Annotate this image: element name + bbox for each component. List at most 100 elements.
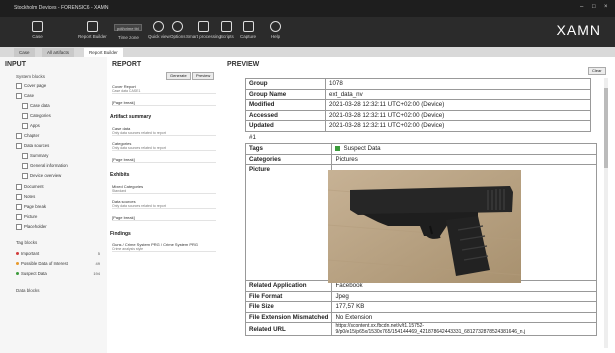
block-case-data[interactable]: Case data	[22, 102, 50, 109]
capture-button[interactable]: Capture	[240, 21, 256, 39]
table-row: Updated 2021-03-28 12:32:11 UTC+02:00 (De…	[245, 120, 591, 132]
block-picture[interactable]: Picture	[16, 213, 37, 220]
evidence-picture[interactable]	[327, 170, 522, 283]
block-icon	[16, 142, 22, 149]
brand-logo: XAMN	[556, 22, 601, 38]
tag-blocks-header: Tag blocks	[16, 240, 38, 245]
block-placeholder[interactable]: Placeholder	[16, 223, 47, 230]
clear-button[interactable]: Clear	[588, 67, 606, 75]
table-row: File Size 177,57 KB	[244, 301, 598, 313]
options-button[interactable]: Options	[170, 21, 186, 39]
block-icon	[16, 213, 22, 220]
report-item-page-break[interactable]: [Page break]	[112, 157, 216, 163]
suspect-tag-icon	[335, 146, 341, 152]
scripts-button[interactable]: Scripts	[220, 21, 234, 39]
report-section-findings[interactable]: Findings	[110, 231, 131, 237]
minimize-icon[interactable]: –	[580, 4, 583, 10]
table-row: Tags Suspect Data	[244, 143, 598, 155]
main-toolbar: Case Report Builder pdf/crime tbl Time z…	[0, 17, 615, 47]
maximize-icon[interactable]: □	[592, 4, 596, 10]
report-builder-button[interactable]: Report Builder	[78, 21, 107, 39]
quick-view-button[interactable]: Quick view	[148, 21, 170, 39]
block-device-overview[interactable]: Device overview	[22, 172, 61, 179]
tag-important[interactable]: Important 5	[16, 250, 104, 257]
timezone-select[interactable]: pdf/crime tbl	[114, 24, 142, 31]
case-button[interactable]: Case	[32, 21, 43, 39]
block-icon	[16, 193, 22, 200]
block-icon	[22, 162, 28, 169]
tag-color-icon	[16, 262, 19, 266]
block-icon	[16, 82, 22, 89]
report-item-categories[interactable]: Categories Only data sources related to r…	[112, 141, 216, 151]
block-summary[interactable]: Summary	[22, 152, 48, 159]
report-section-artifact-summary[interactable]: Artifact summary	[110, 114, 151, 120]
report-icon	[86, 21, 98, 32]
block-icon	[16, 223, 22, 230]
block-notes[interactable]: Notes	[16, 193, 35, 200]
eye-icon	[153, 21, 165, 32]
table-row: File Format Jpeg	[244, 290, 598, 302]
report-section-exhibits[interactable]: Exhibits	[110, 172, 129, 178]
block-icon	[16, 92, 22, 99]
item-number: #1	[249, 134, 256, 141]
data-blocks-header: Data blocks	[16, 288, 40, 293]
tab-bar: Case All artifacts Report Builder	[0, 47, 615, 57]
table-row: File Extension Mismatched No Extension	[244, 311, 598, 323]
camera-icon	[242, 21, 254, 32]
block-icon	[16, 183, 22, 190]
table-row: Related URL https://scontent.xx.fbcdn.net…	[244, 322, 598, 336]
tag-possible-data[interactable]: Possible Data of Interest 49	[16, 260, 104, 267]
report-item-page-break[interactable]: [Page break]	[112, 100, 216, 106]
report-item-case-data[interactable]: Case data Only data sources related to re…	[112, 126, 216, 136]
scrollbar-thumb[interactable]	[604, 88, 608, 168]
title-bar: Stockholm Devices - FORENSIC6 - XAMN – □…	[0, 0, 615, 17]
processing-icon	[198, 21, 209, 32]
table-row: Group 1078	[245, 78, 591, 90]
close-icon[interactable]: ×	[604, 4, 608, 10]
tab-report-builder[interactable]: Report Builder	[84, 48, 123, 57]
block-data-sources[interactable]: Data sources	[16, 142, 49, 149]
report-item-page-break[interactable]: [Page break]	[112, 215, 216, 221]
tag-suspect-data[interactable]: Suspect Data 194	[16, 270, 104, 277]
block-case[interactable]: Case	[16, 92, 34, 99]
report-item-cover[interactable]: Cover Report Case data CASE1	[112, 84, 216, 94]
table-row: Categories Pictures	[244, 153, 598, 165]
table-row: Modified 2021-03-28 12:32:11 UTC+02:00 (D…	[245, 99, 591, 111]
tab-case[interactable]: Case	[14, 48, 35, 57]
preview-scrollbar[interactable]	[604, 78, 608, 348]
report-item-findings[interactable]: Guns / Crime System PRG / Crime System P…	[112, 242, 216, 252]
tag-color-icon	[16, 272, 19, 276]
report-item-data-sources[interactable]: Data sources Only data sources related to…	[112, 199, 216, 209]
block-document[interactable]: Document	[16, 183, 44, 190]
preview-button[interactable]: Preview	[192, 72, 215, 80]
block-general-information[interactable]: General information	[22, 162, 68, 169]
window-title: Stockholm Devices - FORENSIC6 - XAMN	[14, 5, 109, 11]
tab-all-artifacts[interactable]: All artifacts	[42, 48, 75, 57]
block-icon	[16, 203, 22, 210]
block-categories[interactable]: Categories	[22, 112, 51, 119]
block-page-break[interactable]: Page break	[16, 203, 46, 210]
help-icon	[270, 21, 281, 32]
block-cover-page[interactable]: Cover page	[16, 82, 46, 89]
gear-icon	[172, 21, 184, 32]
block-icon	[22, 152, 28, 159]
system-blocks-header: System blocks	[16, 74, 46, 79]
generate-button[interactable]: Generate	[166, 72, 191, 80]
smart-processing-button[interactable]: Smart processing	[186, 21, 221, 39]
case-icon	[32, 21, 43, 32]
help-button[interactable]: Help	[270, 21, 281, 39]
timezone-label: Time zone	[118, 35, 139, 40]
table-row: Accessed 2021-03-28 12:32:11 UTC+02:00 (D…	[245, 109, 591, 121]
report-item-mixed-categories[interactable]: Mixed Categories Standard	[112, 184, 216, 194]
report-header: REPORT	[112, 61, 142, 68]
block-chapter[interactable]: Chapter	[16, 132, 39, 139]
block-apps[interactable]: Apps	[22, 122, 40, 129]
block-icon	[22, 102, 28, 109]
table-row: Group Name ext_data_nv	[245, 88, 591, 100]
scripts-icon	[221, 21, 233, 32]
tag-color-icon	[16, 252, 19, 256]
preview-header: PREVIEW	[227, 61, 260, 68]
input-header: INPUT	[5, 61, 26, 68]
preview-header-table: Group 1078 Group Name ext_data_nv Modified…	[245, 78, 591, 132]
handgun-image	[327, 170, 522, 283]
